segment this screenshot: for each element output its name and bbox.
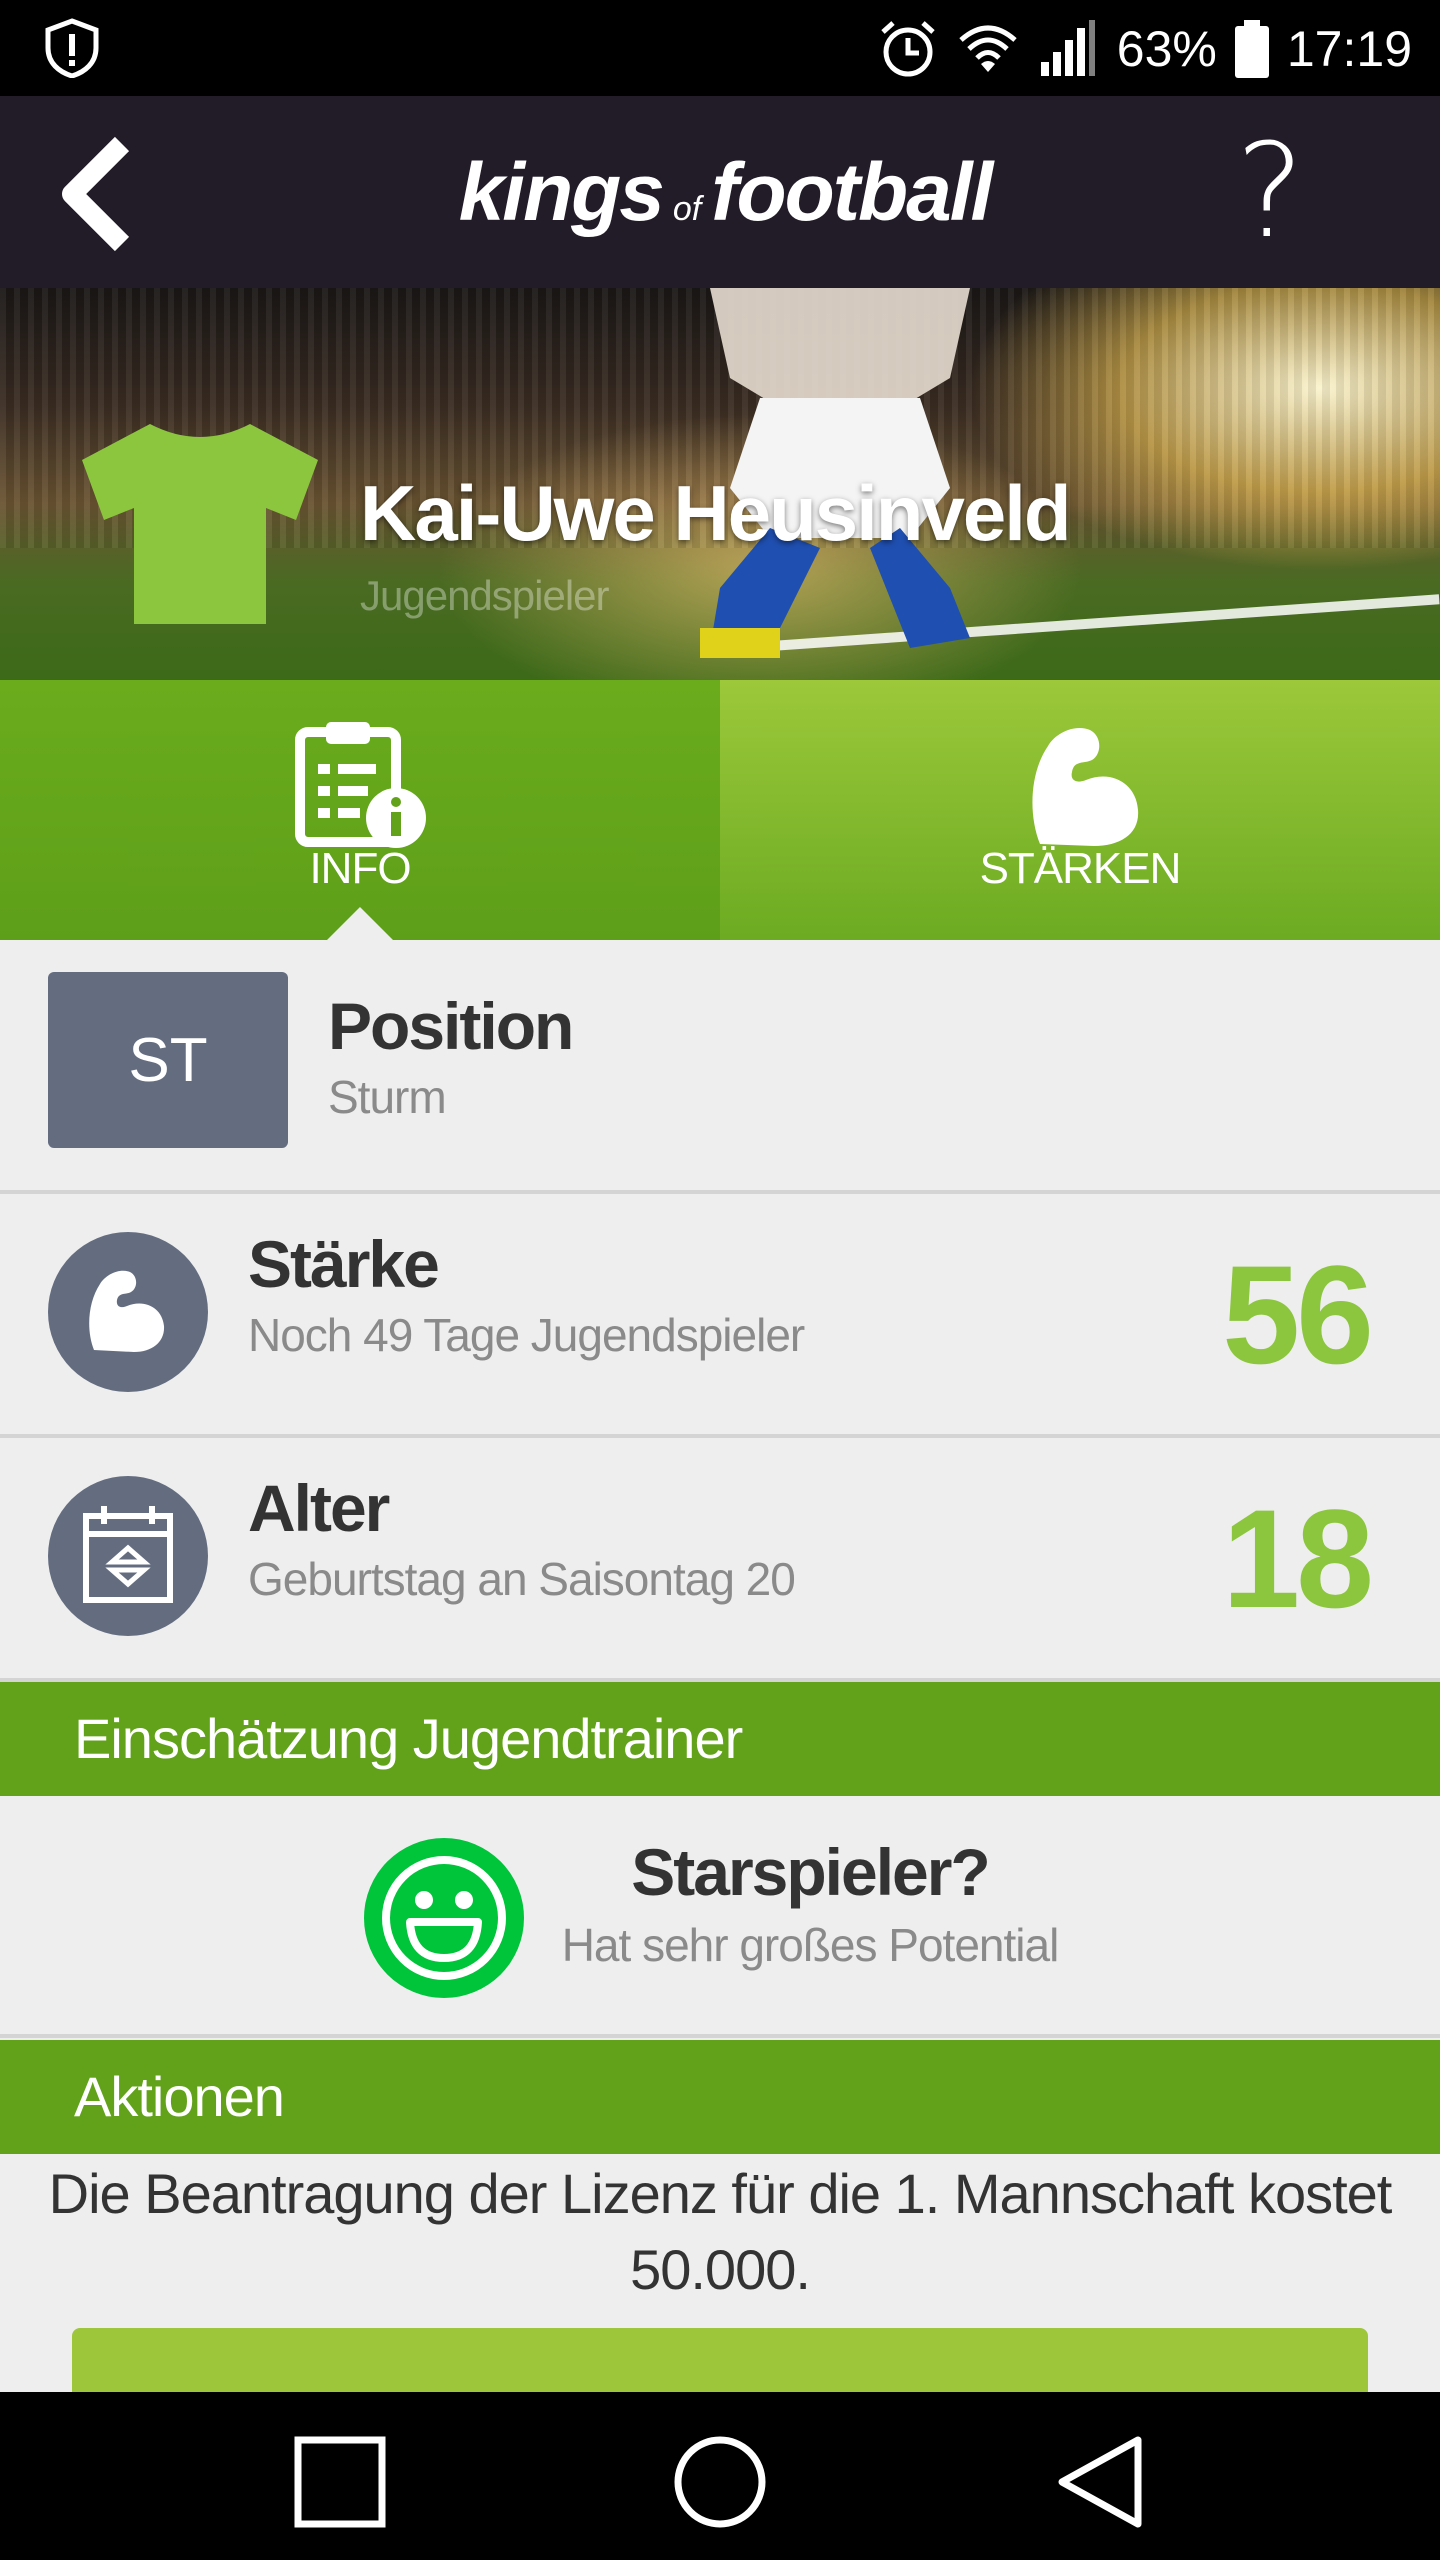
age-row: Alter Geburtstag an Saisontag 20 18 <box>0 1438 1440 1682</box>
strength-value: 56 <box>1222 1236 1374 1393</box>
actions-text: Die Beantragung der Lizenz für die 1. Ma… <box>48 2162 1393 2301</box>
system-navigation-bar <box>0 2392 1440 2560</box>
app-bar: kings of football ? <box>0 96 1440 288</box>
tab-info[interactable]: INFO <box>0 680 720 941</box>
back-arrow-icon[interactable] <box>50 134 150 254</box>
logo-word-of: of <box>672 190 702 228</box>
strength-icon-circle <box>48 1232 208 1392</box>
logo-word-football: football <box>711 147 993 238</box>
position-badge: ST <box>48 972 288 1148</box>
calendar-icon <box>83 1506 173 1603</box>
clock: 17:19 <box>1286 21 1412 77</box>
clipboard-info-icon <box>295 722 426 848</box>
wifi-icon <box>959 25 1017 72</box>
signal-icon <box>1040 20 1095 76</box>
player-type: Jugendspieler <box>360 572 610 619</box>
age-subtitle: Geburtstag an Saisontag 20 <box>248 1553 796 1605</box>
tab-info-label: INFO <box>309 844 411 893</box>
flexed-biceps-icon <box>89 1270 165 1352</box>
shield-alert-icon <box>45 18 99 78</box>
actions-header: Aktionen <box>0 2040 1440 2154</box>
help-button[interactable]: ? <box>1230 126 1310 256</box>
strength-row: Stärke Noch 49 Tage Jugendspieler 56 <box>0 1194 1440 1438</box>
status-bar: 63% 17:19 <box>0 0 1440 96</box>
assessment-row <box>0 1796 1440 2038</box>
back-icon[interactable] <box>1050 2432 1150 2532</box>
tab-staerken[interactable]: STÄRKEN <box>720 680 1440 940</box>
assessment-header: Einschätzung Jugendtrainer <box>0 1682 1440 1796</box>
player-header: Kai-Uwe Heusinveld Jugendspieler <box>0 288 1440 680</box>
logo-word-kings: kings <box>458 147 665 238</box>
jersey-icon <box>82 424 318 624</box>
age-icon-circle <box>48 1476 208 1636</box>
recent-apps-icon[interactable] <box>290 2432 390 2532</box>
home-icon[interactable] <box>670 2432 770 2532</box>
battery-icon <box>1234 20 1269 78</box>
strength-subtitle: Noch 49 Tage Jugendspieler <box>248 1309 805 1361</box>
active-tab-indicator <box>326 907 394 941</box>
app-logo: kings of football <box>440 146 1010 246</box>
age-value: 18 <box>1222 1480 1374 1637</box>
age-title: Alter <box>248 1471 390 1545</box>
position-row: ST Position Sturm <box>0 940 1440 1194</box>
tab-staerken-label: STÄRKEN <box>979 844 1182 893</box>
alarm-icon <box>881 21 935 77</box>
assessment-subtitle: Hat sehr großes Potential <box>561 1919 1060 1971</box>
assessment-title: Starspieler? <box>631 1835 991 1909</box>
strength-title: Stärke <box>248 1227 440 1301</box>
tab-bar: INFO STÄRKEN <box>0 680 1440 941</box>
flexed-biceps-icon <box>1032 727 1139 846</box>
player-name: Kai-Uwe Heusinveld <box>360 469 1072 557</box>
position-value: Sturm <box>328 1071 447 1123</box>
position-title: Position <box>328 989 574 1063</box>
battery-percent: 63% <box>1116 21 1217 77</box>
